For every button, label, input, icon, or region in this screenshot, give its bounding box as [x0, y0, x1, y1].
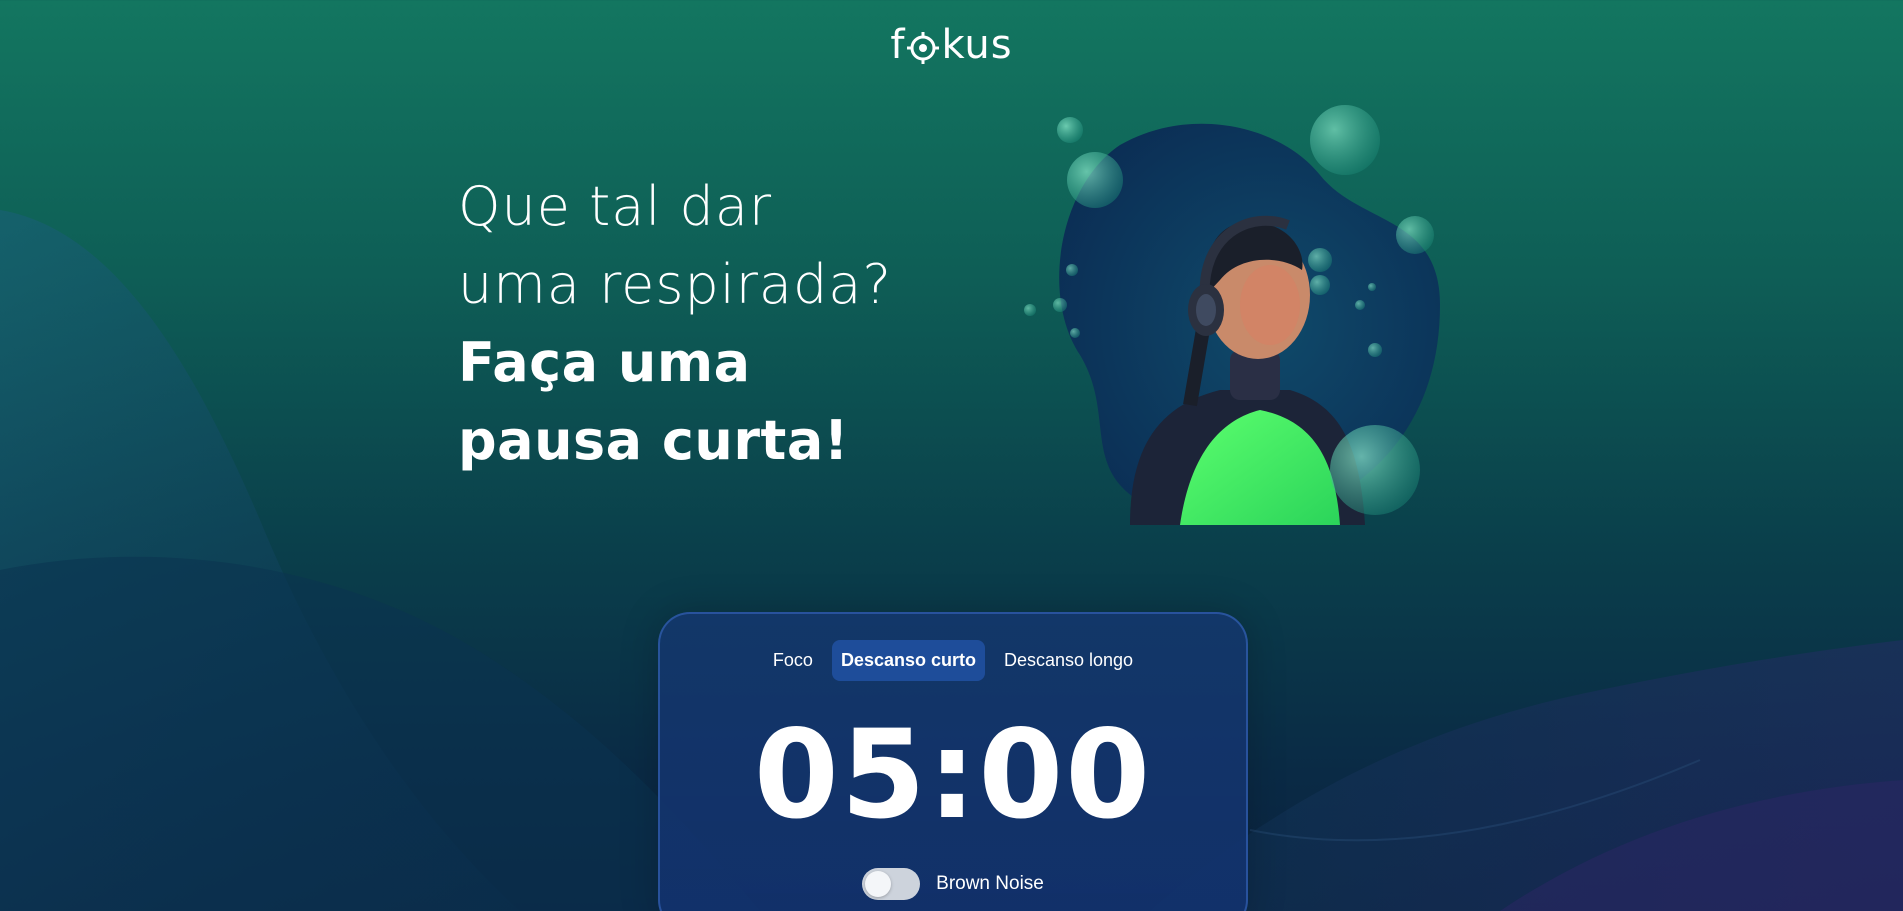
- headline-line-1: Que tal dar: [458, 175, 773, 238]
- tab-descanso-longo[interactable]: Descanso longo: [995, 640, 1142, 681]
- timer-card: Foco Descanso curto Descanso longo 05:00…: [658, 612, 1248, 911]
- fokus-logo[interactable]: f kus: [0, 22, 1903, 68]
- logo-text-suffix: kus: [941, 22, 1013, 68]
- tab-foco[interactable]: Foco: [764, 640, 822, 681]
- brown-noise-toggle[interactable]: [862, 868, 921, 900]
- toggle-knob: [865, 871, 892, 897]
- headline-line-3: Faça uma: [458, 331, 751, 394]
- timer-display: 05:00: [753, 704, 1153, 846]
- headline-line-2: uma respirada?: [458, 253, 893, 316]
- brown-noise-control: Brown Noise: [660, 868, 1246, 900]
- hero-illustration: [1024, 105, 1440, 525]
- tab-descanso-curto[interactable]: Descanso curto: [831, 640, 985, 681]
- target-icon: [907, 32, 940, 64]
- page-headline: Que tal dar uma respirada? Faça uma paus…: [458, 168, 978, 480]
- mode-tabs: Foco Descanso curto Descanso longo: [660, 640, 1246, 681]
- brown-noise-label: Brown Noise: [936, 873, 1044, 894]
- headline-line-4: pausa curta!: [458, 409, 849, 472]
- logo-text-prefix: f: [890, 22, 906, 68]
